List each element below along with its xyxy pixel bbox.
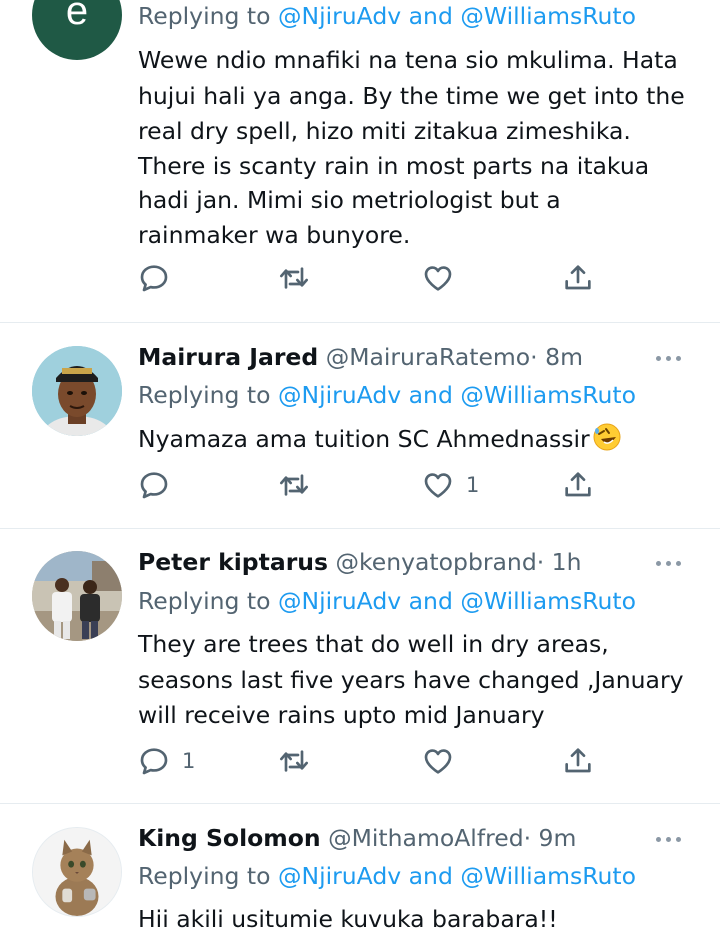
tweet-2[interactable]: Mairura Jared @MairuraRatemo· 8m Replyin… — [0, 323, 720, 528]
replying-to: Replying to @NjiruAdv and @WilliamsRuto — [138, 381, 636, 409]
tweet-header: King Solomon @MithamoAlfred· 9m — [138, 820, 576, 856]
timestamp[interactable]: · 8m — [530, 343, 583, 371]
user-handle[interactable]: @MairuraRatemo — [326, 343, 530, 371]
like-icon — [422, 469, 454, 501]
tweet-text-line: rainmaker wa bunyore. — [138, 221, 411, 249]
tweet-text-line: real dry spell, hizo miti zitakua zimesh… — [138, 117, 631, 145]
tweet-text-line: Hii akili usitumie kuvuka barabara!! — [138, 905, 558, 933]
mention-link[interactable]: @WilliamsRuto — [460, 381, 636, 409]
like-button[interactable] — [422, 260, 454, 296]
mention-link[interactable]: @WilliamsRuto — [460, 862, 636, 890]
mention-link[interactable]: @NjiruAdv — [278, 587, 401, 615]
display-name[interactable]: Peter kiptarus — [138, 548, 328, 576]
mention-link[interactable]: @NjiruAdv — [278, 2, 401, 30]
avatar[interactable] — [32, 551, 122, 641]
user-handle[interactable]: @kenyatopbrand — [336, 548, 537, 576]
retweet-icon — [278, 469, 310, 501]
reply-button[interactable]: 1 — [138, 743, 195, 779]
user-handle[interactable]: @MithamoAlfred — [328, 824, 523, 852]
retweet-button[interactable] — [278, 743, 310, 779]
tweet-text-line: will receive rains upto mid January — [138, 701, 545, 729]
tweet-header: Peter kiptarus @kenyatopbrand· 1h — [138, 544, 582, 580]
retweet-icon — [278, 745, 310, 777]
tweet-text-line: Nyamaza ama tuition SC Ahmednassir — [138, 421, 622, 457]
more-options-button[interactable] — [652, 554, 686, 574]
timestamp[interactable]: · 9m — [524, 824, 577, 852]
retweet-button[interactable] — [278, 467, 310, 503]
like-icon — [422, 745, 454, 777]
tweet-text-line: hadi jan. Mimi sio metriologist but a — [138, 186, 561, 214]
tweet-text-line: They are trees that do well in dry areas… — [138, 630, 609, 658]
mention-link[interactable]: @WilliamsRuto — [460, 587, 636, 615]
reply-icon — [138, 469, 170, 501]
like-icon — [422, 262, 454, 294]
avatar[interactable] — [32, 346, 122, 436]
reply-button[interactable] — [138, 467, 170, 503]
tweet-text-line: There is scanty rain in most parts na it… — [138, 152, 650, 180]
mention-link[interactable]: @WilliamsRuto — [460, 2, 636, 30]
share-button[interactable] — [562, 467, 594, 503]
replying-to: Replying to @NjiruAdv and @WilliamsRuto — [138, 862, 636, 890]
retweet-icon — [278, 262, 310, 294]
tweet-text-line: seasons last five years have changed ,Ja… — [138, 666, 684, 694]
more-options-button[interactable] — [652, 830, 686, 850]
avatar-letter: e — [66, 0, 88, 33]
like-button[interactable] — [422, 743, 454, 779]
tweet-header: Mairura Jared @MairuraRatemo· 8m — [138, 339, 583, 375]
tweet-text-line: hujui hali ya anga. By the time we get i… — [138, 82, 685, 110]
like-count: 1 — [466, 473, 480, 497]
rolling-on-floor-laughing-emoji — [592, 422, 622, 452]
reply-icon — [138, 262, 170, 294]
retweet-button[interactable] — [278, 260, 310, 296]
display-name[interactable]: Mairura Jared — [138, 343, 318, 371]
timestamp[interactable]: · 1h — [537, 548, 582, 576]
mention-link[interactable]: @NjiruAdv — [278, 381, 401, 409]
share-icon — [562, 745, 594, 777]
tweet-1[interactable]: e Replying to @NjiruAdv and @WilliamsRut… — [0, 0, 720, 323]
replying-to: Replying to @NjiruAdv and @WilliamsRuto — [138, 587, 636, 615]
reply-count: 1 — [182, 749, 196, 773]
mention-link[interactable]: @NjiruAdv — [278, 862, 401, 890]
like-button[interactable]: 1 — [422, 467, 479, 503]
share-icon — [562, 469, 594, 501]
display-name[interactable]: King Solomon — [138, 824, 321, 852]
replying-to: Replying to @NjiruAdv and @WilliamsRuto — [138, 2, 636, 30]
avatar[interactable] — [32, 827, 122, 917]
reply-button[interactable] — [138, 260, 170, 296]
tweet-text-line: Wewe ndio mnafiki na tena sio mkulima. H… — [138, 46, 678, 74]
tweet-4[interactable]: King Solomon @MithamoAlfred· 9m Replying… — [0, 804, 720, 939]
more-options-button[interactable] — [652, 349, 686, 369]
tweet-3[interactable]: Peter kiptarus @kenyatopbrand· 1h Replyi… — [0, 529, 720, 803]
avatar[interactable]: e — [32, 0, 122, 60]
share-icon — [562, 262, 594, 294]
share-button[interactable] — [562, 260, 594, 296]
share-button[interactable] — [562, 743, 594, 779]
reply-icon — [138, 745, 170, 777]
